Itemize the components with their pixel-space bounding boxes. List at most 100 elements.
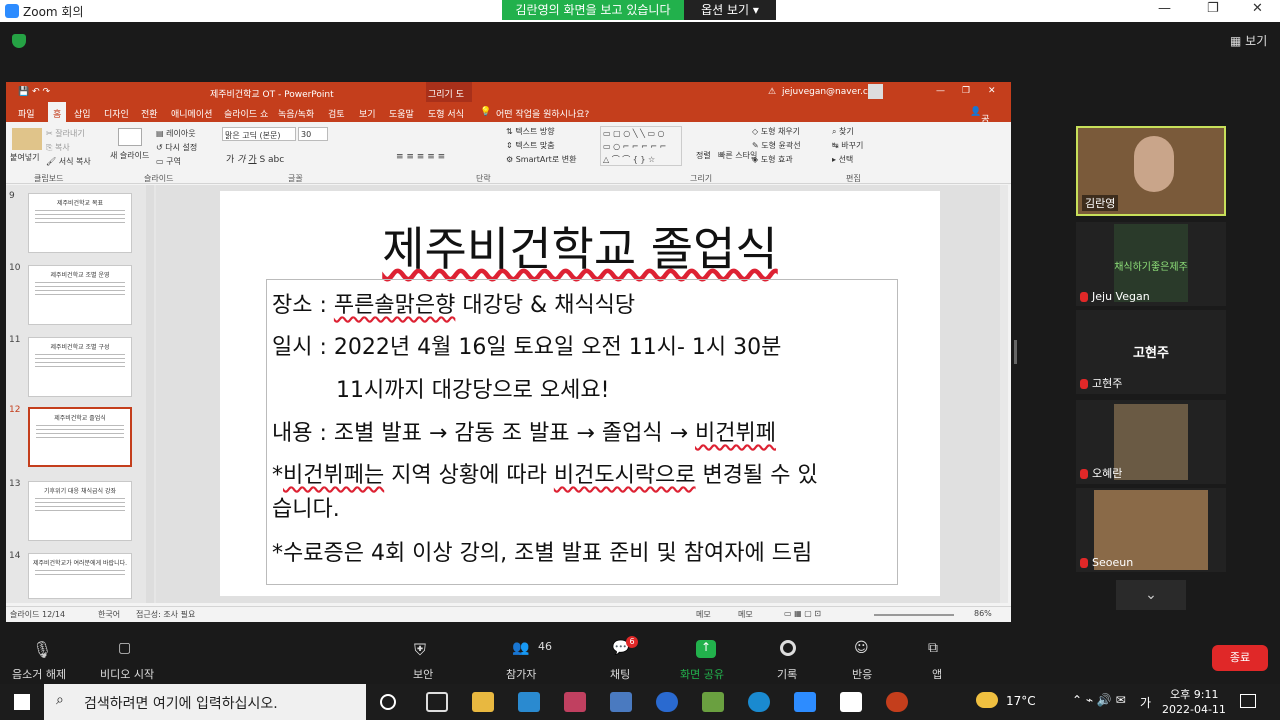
slide-thumbnail[interactable]: 제주비건학교가 여러분에게 바랍니다. xyxy=(28,553,132,599)
slide-thumbnail[interactable]: 제주비건학교 조별 구성 xyxy=(28,337,132,397)
font-format-buttons[interactable]: 가 가 가 S abc xyxy=(226,152,284,165)
select-button[interactable]: ▸ 선택 xyxy=(832,154,853,165)
find-button[interactable]: ⌕ 찾기 xyxy=(832,126,854,137)
apps-icon[interactable]: ⧉ xyxy=(928,640,948,658)
paste-icon[interactable] xyxy=(12,128,42,150)
calculator-icon[interactable] xyxy=(610,692,632,712)
cortana-icon[interactable] xyxy=(380,694,396,710)
windows-start-icon[interactable] xyxy=(14,694,30,710)
save-icon[interactable]: 💾 ↶ ↷ xyxy=(18,87,50,97)
clock-time[interactable]: 오후 9:11 xyxy=(1170,686,1218,702)
ppt-close-icon[interactable]: ✕ xyxy=(988,86,996,96)
ie-icon[interactable] xyxy=(656,692,678,712)
section-button[interactable]: ▭ 구역 xyxy=(156,156,181,167)
tab-recording[interactable]: 녹음/녹화 xyxy=(278,107,314,120)
avatar[interactable] xyxy=(868,84,883,99)
zoom-level[interactable]: 86% xyxy=(974,609,992,618)
security-button[interactable]: 보안 xyxy=(413,666,433,682)
reset-button[interactable]: ↺ 다시 설정 xyxy=(156,142,197,153)
tab-file[interactable]: 파일 xyxy=(18,107,35,120)
text-direction-button[interactable]: ⇅ 텍스트 방향 xyxy=(506,126,555,137)
video-tile[interactable]: Seoeun xyxy=(1076,488,1226,572)
minimize-icon[interactable]: — xyxy=(1158,1,1171,16)
share-screen-button[interactable]: 화면 공유 xyxy=(680,666,724,682)
paint-icon[interactable] xyxy=(564,692,586,712)
shapes-gallery[interactable]: ▭ ▢ ○ ╲ ╲ ▭ ○ ▭ ○ ⌐ ⌐ ⌐ ⌐ ⌐ △ ⌒ ⌒ { } ☆ xyxy=(600,126,682,166)
align-text-button[interactable]: ⇕ 텍스트 맞춤 xyxy=(506,140,555,151)
smartart-button[interactable]: ⚙ SmartArt로 변환 xyxy=(506,154,576,165)
participants-icon[interactable]: 👥 xyxy=(512,640,532,658)
video-tile[interactable]: 김란영 xyxy=(1076,126,1226,216)
edge-icon[interactable] xyxy=(748,692,770,712)
tab-view[interactable]: 보기 xyxy=(359,107,376,120)
slide-title[interactable]: 제주비건학교 졸업식 xyxy=(220,213,940,279)
task-view-icon[interactable] xyxy=(426,692,448,712)
file-icon[interactable] xyxy=(840,692,862,712)
view-button[interactable]: ▦ 보기 xyxy=(1230,32,1267,49)
layout-button[interactable]: ▤ 레이아웃 xyxy=(156,128,196,139)
copy-button[interactable]: ⎘ 복사 xyxy=(46,142,70,153)
encryption-shield-icon[interactable] xyxy=(12,34,26,48)
clock-date[interactable]: 2022-04-11 xyxy=(1162,703,1226,716)
video-off-icon[interactable]: ▢ xyxy=(118,640,138,658)
new-slide-button[interactable]: 새 슬라이드 xyxy=(110,150,149,161)
slide-canvas[interactable]: 제주비건학교 졸업식 장소 : 푸른솔맑은향 대강당 & 채식식당 일시 : 2… xyxy=(220,191,940,596)
shape-effects-button[interactable]: ◈ 도형 효과 xyxy=(752,154,793,165)
reactions-button[interactable]: 반응 xyxy=(852,666,872,682)
video-tile[interactable]: 오혜란 xyxy=(1076,400,1226,484)
tab-animations[interactable]: 애니메이션 xyxy=(171,107,212,120)
align-buttons[interactable]: ≡ ≡ ≡ ≡ ≡ xyxy=(396,152,445,162)
shape-outline-button[interactable]: ✎ 도형 윤곽선 xyxy=(752,140,801,151)
store-icon[interactable] xyxy=(518,692,540,712)
slide-thumbnail[interactable]: 기후위기 대응 채식급식 강좌 xyxy=(28,481,132,541)
ime-indicator[interactable]: 가 xyxy=(1140,694,1151,711)
taskbar-search[interactable]: ⌕ 검색하려면 여기에 입력하십시오. xyxy=(44,684,366,720)
share-button[interactable]: 👤 공유 xyxy=(970,107,990,138)
font-size-select[interactable]: 30 xyxy=(298,127,328,141)
format-painter-button[interactable]: 🖌 서식 복사 xyxy=(46,156,91,167)
slide-thumbnail-selected[interactable]: 제주비건학교 졸업식 xyxy=(28,407,132,467)
notifications-icon[interactable] xyxy=(1240,694,1256,708)
thumbs-scrollbar[interactable] xyxy=(146,185,154,603)
close-icon[interactable]: ✕ xyxy=(1252,1,1263,16)
zoom-app-icon[interactable] xyxy=(794,692,816,712)
video-tile[interactable]: 채식하기좋은제주 Jeju Vegan xyxy=(1076,222,1226,306)
paste-button[interactable]: 붙여넣기 xyxy=(10,152,39,163)
file-explorer-icon[interactable] xyxy=(472,692,494,712)
reactions-icon[interactable]: ☺ xyxy=(854,640,874,658)
splitter-handle[interactable] xyxy=(1014,340,1017,364)
photos-icon[interactable] xyxy=(702,692,724,712)
security-icon[interactable]: ⛨ xyxy=(414,640,434,659)
weather-icon[interactable] xyxy=(976,692,998,708)
record-icon[interactable] xyxy=(780,640,796,656)
maximize-icon[interactable]: ❐ xyxy=(1207,1,1219,16)
tab-home[interactable]: 홈 xyxy=(48,102,67,122)
tray-icons[interactable]: ⌃ ⌁ 🔊 ✉ xyxy=(1072,693,1126,707)
tab-slideshow[interactable]: 슬라이드 쇼 xyxy=(224,107,268,120)
chat-button[interactable]: 채팅 xyxy=(610,666,630,682)
powerpoint-app-icon[interactable] xyxy=(886,692,908,712)
ppt-maximize-icon[interactable]: ❐ xyxy=(962,86,970,96)
apps-button[interactable]: 앱 xyxy=(932,666,942,682)
tab-insert[interactable]: 삽입 xyxy=(74,107,91,120)
participants-button[interactable]: 참가자 xyxy=(506,666,536,682)
video-tile[interactable]: 고현주 고현주 xyxy=(1076,310,1226,394)
unmute-button[interactable]: 음소거 해제 xyxy=(12,666,66,682)
slide-thumbnail[interactable]: 제주비건학교 목표 xyxy=(28,193,132,253)
new-slide-icon[interactable] xyxy=(118,128,142,146)
shape-fill-button[interactable]: ◇ 도형 채우기 xyxy=(752,126,800,137)
notes-button[interactable]: 메모 xyxy=(696,609,711,620)
start-video-button[interactable]: 비디오 시작 xyxy=(100,666,154,682)
accessibility-status[interactable]: 접근성: 조사 필요 xyxy=(136,609,195,620)
cut-button[interactable]: ✂ 잘라내기 xyxy=(46,128,85,139)
share-screen-icon[interactable]: ↑ xyxy=(696,640,716,658)
arrange-button[interactable]: 정렬 xyxy=(696,150,711,161)
tab-shape-format[interactable]: 도형 서식 xyxy=(428,107,464,120)
zoom-slider[interactable] xyxy=(874,614,954,616)
ppt-minimize-icon[interactable]: — xyxy=(936,86,945,96)
view-options-button[interactable]: 옵션 보기 ▾ xyxy=(684,0,776,20)
tab-help[interactable]: 도움말 xyxy=(389,107,414,120)
font-name-select[interactable]: 맑은 고딕 (본문) xyxy=(222,127,296,141)
replace-button[interactable]: ↹ 바꾸기 xyxy=(832,140,863,151)
language[interactable]: 한국어 xyxy=(98,609,120,620)
